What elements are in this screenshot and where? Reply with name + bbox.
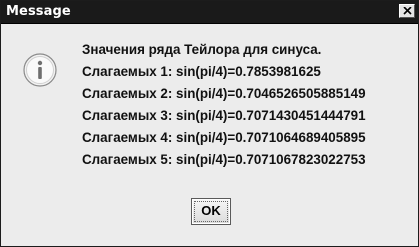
message-dialog: Message Значения ряда Тейлора для синуса… — [0, 0, 419, 247]
message-line: Слагаемых 2: sin(pi/4)=0.704652650588514… — [82, 86, 366, 101]
message-line: Слагаемых 3: sin(pi/4)=0.707143045144479… — [82, 108, 366, 123]
close-button[interactable] — [399, 4, 415, 18]
message-text: Значения ряда Тейлора для синуса. Слагае… — [82, 39, 412, 171]
info-icon — [23, 53, 57, 87]
title-bar[interactable]: Message — [1, 1, 418, 24]
message-line: Слагаемых 5: sin(pi/4)=0.707106782302275… — [82, 152, 366, 167]
close-icon — [403, 7, 412, 15]
message-line: Слагаемых 4: sin(pi/4)=0.707106468940589… — [82, 130, 366, 145]
message-line: Слагаемых 1: sin(pi/4)=0.7853981625 — [82, 64, 321, 79]
ok-button[interactable]: OK — [191, 198, 231, 225]
message-heading: Значения ряда Тейлора для синуса. — [82, 42, 322, 57]
window-title: Message — [6, 4, 71, 19]
